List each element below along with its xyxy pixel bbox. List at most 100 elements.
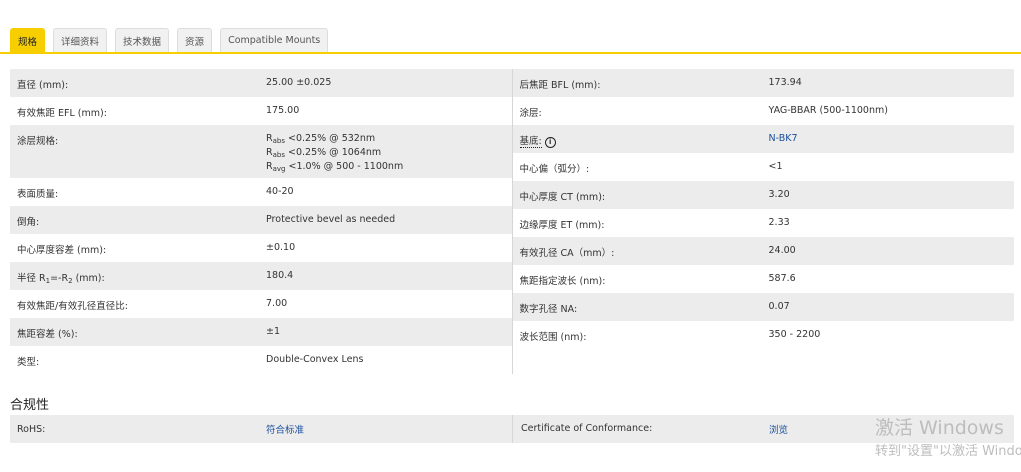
spec-row: 中心厚度容差 (mm): ±0.10 [10,234,512,262]
spec-value-text: 24.00 [768,245,796,256]
spec-label: 基底: i [513,133,769,153]
spec-label-text: 中心厚度 CT (mm): [519,192,606,203]
r-symbol: R [266,133,273,144]
spec-value: YAG-BBAR (500-1100nm) [769,105,1015,125]
specs-left-column: 直径 (mm): 25.00 ±0.025 有效焦距 EFL (mm): 175.00… [10,69,512,374]
substrate-link[interactable]: N-BK7 [769,133,798,144]
spec-label: 类型: [10,354,266,374]
spec-value: 40-20 [266,186,512,206]
spec-row: 类型: Double-Convex Lens [10,346,512,374]
spec-label-text: 后焦距 BFL (mm): [519,80,601,91]
spec-row: 后焦距 BFL (mm): 173.94 [512,69,1015,97]
tab-resources[interactable]: 资源 [177,28,213,52]
spec-label: 中心厚度 CT (mm): [513,189,769,209]
rohs-link[interactable]: 符合标准 [266,425,304,436]
coating-spec-text: <1.0% @ 500 - 1100nm [285,161,404,172]
spec-label: 表面质量: [10,186,266,206]
r-subscript: abs [272,151,285,159]
spec-value: 25.00 ±0.025 [266,77,512,97]
spec-value: 173.94 [769,77,1015,97]
spec-label-text: 中心偏（弧分）: [519,164,590,175]
tab-compatible-mounts[interactable]: Compatible Mounts [220,28,329,52]
spec-label-part: =-R [50,273,69,284]
spec-value: 180.4 [266,270,512,290]
spec-label-text: 直径 (mm): [17,80,69,91]
spec-value: 587.6 [769,273,1015,293]
spec-label-text: 基底: [519,136,542,148]
spec-row: 中心偏（弧分）: <1 [513,153,1015,181]
spec-value: Protective bevel as needed [266,214,512,234]
r-subscript: avg [272,165,286,173]
spec-value: Rabs <0.25% @ 532nm Rabs <0.25% @ 1064nm R… [266,133,512,178]
spec-value-text: 175.00 [266,105,300,116]
spec-value-text: 350 - 2200 [768,329,821,340]
spec-label-text: 波长范围 (nm): [519,332,587,343]
spec-row: 焦距指定波长 (nm): 587.6 [513,265,1015,293]
spec-row: 直径 (mm): 25.00 ±0.025 [10,69,512,97]
spec-row: 有效焦距/有效孔径直径比: 7.00 [10,290,512,318]
coc-link[interactable]: 浏览 [769,425,788,436]
spec-row: 涂层规格: Rabs <0.25% @ 532nm Rabs <0.25% @ 10… [10,125,512,178]
spec-label: 有效孔径 CA（mm）: [513,245,769,265]
spec-row: 涂层: YAG-BBAR (500-1100nm) [513,97,1015,125]
spec-row: 有效孔径 CA（mm）: 24.00 [512,237,1015,265]
spec-label-part: (mm): [72,273,105,284]
spec-value-text: 587.6 [768,273,796,284]
spec-value: 0.07 [769,301,1015,321]
spec-value-text: Double-Convex Lens [266,354,364,365]
spec-value-text: <1 [768,161,783,172]
spec-value: 2.33 [769,217,1015,237]
spec-label-text: 中心厚度容差 (mm): [17,245,107,256]
spec-value: Double-Convex Lens [266,354,512,374]
spec-row: 中心厚度 CT (mm): 3.20 [512,181,1015,209]
tab-technical-data[interactable]: 技术数据 [115,28,170,52]
coating-spec-text: <0.25% @ 1064nm [285,147,382,158]
coating-spec-line: Ravg <1.0% @ 500 - 1100nm [266,161,512,175]
spec-label: 后焦距 BFL (mm): [513,77,769,97]
spec-label-text: 有效焦距/有效孔径直径比: [17,301,128,312]
spec-value-text: 40-20 [266,186,294,197]
spec-label: 中心偏（弧分）: [513,161,769,181]
spec-row: 半径 R1=-R2 (mm): 180.4 [10,262,512,290]
spec-value: 7.00 [266,298,512,318]
spec-label: 边缘厚度 ET (mm): [513,217,769,237]
spec-label-text: 涂层规格: [17,136,59,147]
spec-value: <1 [769,161,1015,181]
spec-value-text: 180.4 [266,270,294,281]
spec-label-text: 类型: [17,357,40,368]
spec-value-text: 3.20 [768,189,790,200]
spec-label: 焦距指定波长 (nm): [513,273,769,293]
spec-row: 表面质量: 40-20 [10,178,512,206]
tab-underline [0,52,1021,54]
windows-activation-hint: 转到"设置"以激活 Windows。 [875,444,1021,459]
info-icon[interactable]: i [544,137,556,148]
spec-label-text: 焦距容差 (%): [17,329,78,340]
spec-label-text: 有效焦距 EFL (mm): [17,108,107,119]
r-symbol: R [266,147,273,158]
tab-details[interactable]: 详细资料 [53,28,108,52]
spec-value: ±0.10 [266,242,512,262]
spec-value-text: 0.07 [768,301,790,312]
specs-right-column: 后焦距 BFL (mm): 173.94 涂层: YAG-BBAR (500-1100… [511,69,1015,374]
spec-label-text: 焦距指定波长 (nm): [519,276,606,287]
spec-value: 24.00 [769,245,1015,265]
spec-label: 中心厚度容差 (mm): [10,242,266,262]
spec-label: 数字孔径 NA: [513,301,769,321]
spec-value: 3.20 [769,189,1015,209]
spec-label: 有效焦距 EFL (mm): [10,105,266,125]
spec-value: 175.00 [266,105,512,125]
rohs-label: RoHS: [17,423,46,435]
windows-activation-watermark: 激活 Windows [875,417,1004,439]
spec-label: 倒角: [10,214,266,234]
spec-row: 倒角: Protective bevel as needed [10,206,512,234]
coating-spec-line: Rabs <0.25% @ 1064nm [266,147,512,161]
compliance-row: RoHS: 符合标准 Certificate of Conformance: 浏… [10,415,1014,443]
tab-specs[interactable]: 规格 [10,28,46,52]
tab-bar: 规格 详细资料 技术数据 资源 Compatible Mounts [10,28,329,52]
spec-value-text: 2.33 [768,217,790,228]
coating-spec-line: Rabs <0.25% @ 532nm [266,133,512,147]
spec-row: 基底: i N-BK7 [512,125,1014,153]
spec-label: 涂层: [513,105,769,125]
coating-spec-text: <0.25% @ 532nm [285,133,376,144]
coc-label: Certificate of Conformance: [512,415,769,443]
